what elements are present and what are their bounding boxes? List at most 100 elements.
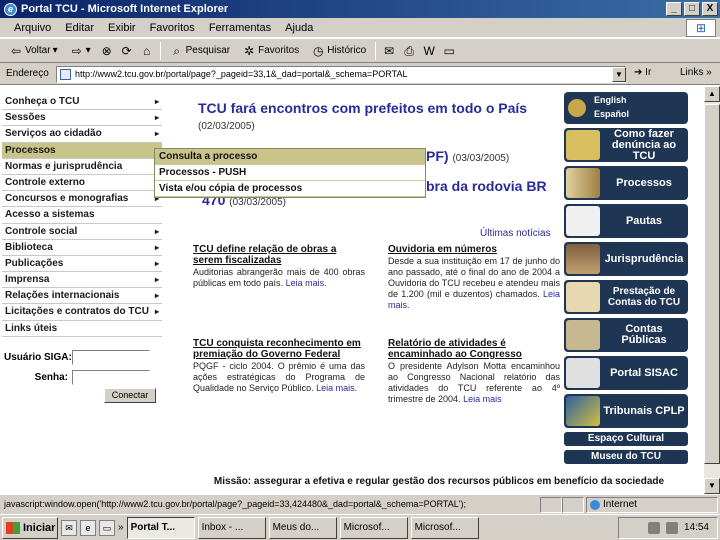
headline-2[interactable]: PF) (03/03/2005)	[426, 148, 509, 164]
go-button[interactable]: ➔ Ir	[634, 67, 651, 78]
address-dropdown-icon[interactable]: ▼	[612, 67, 626, 82]
tray-volume-icon[interactable]	[665, 521, 678, 534]
task-portal-tcu[interactable]: Portal T...	[126, 516, 195, 539]
refresh-icon[interactable]: ⟳	[120, 44, 134, 58]
maximize-button[interactable]: □	[684, 2, 700, 16]
nav-item-biblioteca[interactable]: Biblioteca ▸	[2, 240, 162, 256]
submenu-consulta-processo[interactable]: Consulta a processo	[155, 149, 425, 165]
banner-pautas[interactable]: Pautas	[564, 204, 688, 238]
menu-editar[interactable]: Editar	[65, 22, 94, 34]
back-button[interactable]: ⇦ Voltar ▾	[6, 43, 61, 59]
mail-icon[interactable]: ✉	[382, 44, 396, 58]
article-obras: TCU define relação de obras a serem fisc…	[193, 244, 365, 289]
discuss-icon[interactable]: ▭	[442, 44, 456, 58]
scroll-thumb[interactable]	[704, 104, 720, 464]
banner-label: Processos	[616, 176, 672, 189]
user-input[interactable]	[72, 349, 150, 365]
home-icon[interactable]: ⌂	[140, 44, 154, 58]
article-title[interactable]: Ouvidoria em números	[388, 244, 560, 255]
history-button[interactable]: ◷ Histórico	[308, 43, 369, 59]
article-relatorio: Relatório de atividades é encaminhado ao…	[388, 338, 560, 405]
nav-item-concursos[interactable]: Concursos e monografias ▸	[2, 191, 162, 208]
edit-icon[interactable]: W	[422, 44, 436, 58]
read-more-link[interactable]: Leia mais.	[316, 383, 357, 393]
password-label: Senha:	[34, 371, 68, 383]
forward-dropdown-icon[interactable]: ▾	[86, 45, 91, 56]
banner-portal-sisac[interactable]: Portal SISAC	[564, 356, 688, 390]
toolbar-separator	[375, 41, 377, 60]
quicklaunch-desktop-icon[interactable]: ▭	[99, 519, 115, 536]
submenu-vista-copia[interactable]: Vista e/ou cópia de processos	[155, 181, 425, 197]
vertical-scrollbar[interactable]: ▲ ▼	[704, 86, 720, 494]
nav-item-acesso[interactable]: Acesso a sistemas	[2, 207, 162, 224]
menu-exibir[interactable]: Exibir	[108, 22, 136, 34]
menu-ajuda[interactable]: Ajuda	[285, 22, 313, 34]
read-more-link[interactable]: Leia mais.	[286, 278, 327, 288]
quicklaunch-ie-icon[interactable]: e	[80, 519, 96, 536]
minimize-button[interactable]: _	[666, 2, 682, 16]
nav-item-sessoes[interactable]: Sessões ▸	[2, 110, 162, 127]
menu-bar: Arquivo Editar Exibir Favoritos Ferramen…	[0, 18, 720, 38]
security-zone: Internet	[586, 497, 718, 513]
nav-item-label: Relações internacionais	[5, 290, 120, 302]
nav-item-processos[interactable]: Processos▸	[2, 142, 162, 159]
read-more-link[interactable]: Leia mais	[463, 394, 502, 404]
quicklaunch-outlook-icon[interactable]: ✉	[61, 519, 77, 536]
back-dropdown-icon[interactable]: ▾	[53, 45, 58, 56]
nav-item-imprensa[interactable]: Imprensa ▸	[2, 272, 162, 289]
article-title[interactable]: TCU define relação de obras a serem fisc…	[193, 244, 365, 266]
password-input[interactable]	[72, 369, 150, 385]
quicklaunch-more-icon[interactable]: »	[118, 522, 124, 533]
banner-denuncia[interactable]: Como fazer denúncia ao TCU	[564, 128, 688, 162]
forward-button[interactable]: ⇨ ▾	[67, 43, 94, 59]
nav-item-normas[interactable]: Normas e jurisprudência	[2, 159, 162, 175]
banner-processos[interactable]: Processos	[564, 166, 688, 200]
headline-3[interactable]: bra da rodovia BR	[426, 178, 547, 194]
task-microsoft-1[interactable]: Microsof...	[339, 516, 408, 539]
nav-item-licitacoes[interactable]: Licitações e contratos do TCU ▸	[2, 304, 162, 321]
tray-network-icon[interactable]	[647, 521, 660, 534]
favorites-label: Favoritos	[258, 45, 300, 56]
scroll-down-icon[interactable]: ▼	[704, 478, 720, 494]
espaco-cultural-link[interactable]: Espaço Cultural	[564, 432, 688, 446]
print-icon[interactable]: ⎙	[402, 44, 416, 58]
scroll-up-icon[interactable]: ▲	[704, 86, 720, 102]
connect-button[interactable]: Conectar	[104, 388, 156, 403]
submenu-processos-push[interactable]: Processos - PUSH	[155, 165, 425, 181]
banner-prestacao-contas[interactable]: Prestação de Contas do TCU	[564, 280, 688, 314]
task-microsoft-2[interactable]: Microsof...	[410, 516, 479, 539]
nav-item-controle-externo[interactable]: Controle externo	[2, 175, 162, 192]
banner-tribunais-cplp[interactable]: Tribunais CPLP	[564, 394, 688, 428]
nav-item-conheca[interactable]: Conheça o TCU ▸	[2, 94, 162, 111]
links-button[interactable]: Links »	[680, 67, 712, 78]
spanish-link[interactable]: Español	[594, 109, 629, 119]
start-button[interactable]: Iniciar	[2, 516, 58, 539]
stop-icon[interactable]: ⊗	[100, 44, 114, 58]
user-label: Usuário SIGA:	[4, 351, 72, 363]
nav-item-servicos[interactable]: Serviços ao cidadão ▸	[2, 126, 162, 143]
address-input[interactable]: http://www2.tcu.gov.br/portal/page?_page…	[56, 66, 626, 83]
task-meus-documentos[interactable]: Meus do...	[268, 516, 337, 539]
books-icon	[566, 244, 600, 274]
chevron-right-icon: ▸	[154, 129, 159, 139]
banner-jurisprudencia[interactable]: Jurisprudência	[564, 242, 688, 276]
latest-news-link[interactable]: Últimas notícias	[480, 228, 551, 239]
close-button[interactable]: X	[702, 2, 718, 16]
english-link[interactable]: English	[594, 95, 627, 105]
banner-contas-publicas[interactable]: Contas Públicas	[564, 318, 688, 352]
nav-item-publicacoes[interactable]: Publicações ▸	[2, 256, 162, 273]
article-title[interactable]: TCU conquista reconhecimento em premiaçã…	[193, 338, 365, 360]
system-tray: 14:54	[618, 516, 718, 539]
nav-item-controle-social[interactable]: Controle social ▸	[2, 224, 162, 240]
menu-arquivo[interactable]: Arquivo	[14, 22, 51, 34]
task-inbox[interactable]: Inbox - ...	[197, 516, 266, 539]
menu-ferramentas[interactable]: Ferramentas	[209, 22, 271, 34]
favorites-button[interactable]: ✲ Favoritos	[239, 43, 302, 59]
search-button[interactable]: ⌕ Pesquisar	[167, 43, 233, 59]
article-title[interactable]: Relatório de atividades é encaminhado ao…	[388, 338, 560, 360]
menu-favoritos[interactable]: Favoritos	[150, 22, 195, 34]
nav-item-relacoes[interactable]: Relações internacionais ▸	[2, 288, 162, 305]
nav-item-links[interactable]: Links úteis	[2, 321, 162, 337]
museu-link[interactable]: Museu do TCU	[564, 450, 688, 464]
headline-1[interactable]: TCU fará encontros com prefeitos em todo…	[198, 100, 538, 135]
